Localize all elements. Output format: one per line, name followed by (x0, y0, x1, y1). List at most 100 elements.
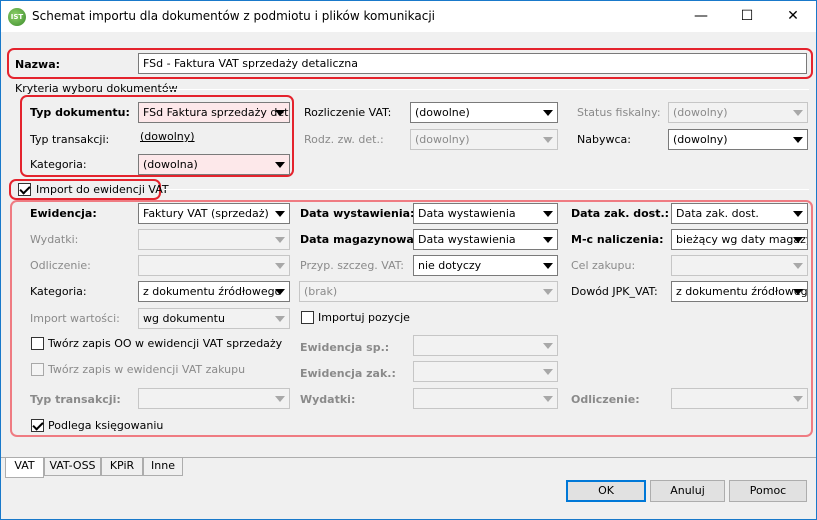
criteria-category-select[interactable]: (dowolna) (138, 154, 290, 175)
fiscal-status-select[interactable]: (dowolny) (668, 102, 808, 123)
value-import-label: Import wartości: (30, 312, 120, 325)
tab-vat-oss[interactable]: VAT-OSS (44, 458, 101, 476)
vat-import-label: Import do ewidencji VAT (36, 183, 169, 196)
minimize-button[interactable]: — (678, 1, 724, 32)
vat-category-label: Kategoria: (30, 285, 87, 298)
chevron-down-icon (275, 396, 285, 402)
register-select[interactable]: Faktury VAT (sprzedaż) (138, 203, 290, 224)
accrual-month-value: bieżący wg daty magazy (676, 233, 808, 246)
name-input[interactable]: FSd - Faktura VAT sprzedaży detaliczna (138, 53, 807, 74)
criteria-category-label: Kategoria: (30, 158, 87, 171)
chevron-down-icon (543, 110, 553, 116)
vat-category2-select[interactable]: (brak) (299, 281, 558, 302)
vat-transaction-type-label: Typ transakcji: (30, 393, 121, 406)
import-items-label: Importuj pozycje (318, 311, 410, 324)
chevron-down-icon (275, 289, 285, 295)
value-import-value: wg dokumentu (143, 312, 225, 325)
vat-category-select[interactable]: z dokumentu źródłowego (138, 281, 290, 302)
doc-type-select[interactable]: FSd Faktura sprzedaży det (138, 102, 290, 123)
register-label: Ewidencja: (30, 207, 97, 220)
title-bar: IST Schemat importu dla dokumentów z pod… (1, 1, 816, 32)
chevron-down-icon (543, 237, 553, 243)
deduction2-label: Odliczenie: (571, 393, 640, 406)
jpk-doc-select[interactable]: z dokumentu źródłowego (671, 281, 808, 302)
chevron-down-icon (543, 396, 553, 402)
detail-type-label: Rodz. zw. det.: (304, 133, 384, 146)
chevron-down-icon (543, 211, 553, 217)
accrual-month-label: M-c naliczenia: (571, 233, 664, 246)
deduction2-select[interactable] (671, 388, 808, 409)
chevron-down-icon (543, 343, 553, 349)
tab-inne[interactable]: Inne (143, 458, 183, 476)
subject-to-posting-label: Podlega księgowaniu (48, 419, 164, 432)
warehouse-date-label: Data magazynowa: (300, 233, 419, 246)
window-title: Schemat importu dla dokumentów z podmiot… (32, 9, 435, 23)
close-button[interactable]: ✕ (770, 1, 816, 32)
subject-to-posting-checkbox[interactable] (31, 419, 44, 432)
chevron-down-icon (793, 237, 803, 243)
deduction-select[interactable] (138, 255, 290, 276)
buyer-select[interactable]: (dowolny) (668, 129, 808, 150)
vat-transaction-type-select[interactable] (138, 388, 290, 409)
buyer-label: Nabywca: (577, 133, 631, 146)
deduction-label: Odliczenie: (30, 259, 91, 272)
maximize-button[interactable]: ☐ (724, 1, 770, 32)
jpk-doc-label: Dowód JPK_VAT: (571, 285, 658, 298)
transaction-type-link[interactable]: (dowolny) (140, 130, 195, 143)
issue-date-value: Data wystawienia (418, 207, 516, 220)
purchase-register-select[interactable] (413, 361, 558, 382)
cancel-button[interactable]: Anuluj (650, 480, 725, 502)
vat-special-rule-value: nie dotyczy (418, 259, 482, 272)
sales-register-label: Ewidencja sp.: (300, 341, 390, 354)
vat-settlement-value: (dowolne) (415, 106, 470, 119)
expenses2-select[interactable] (413, 388, 558, 409)
tab-kpir[interactable]: KPiR (101, 458, 143, 476)
detail-type-value: (dowolny) (415, 133, 470, 146)
detail-type-select[interactable]: (dowolny) (410, 129, 558, 150)
chevron-down-icon (793, 211, 803, 217)
dialog-window: IST Schemat importu dla dokumentów z pod… (0, 0, 817, 520)
chevron-down-icon (275, 237, 285, 243)
fiscal-status-value: (dowolny) (673, 106, 728, 119)
chevron-down-icon (793, 263, 803, 269)
vat-settlement-label: Rozliczenie VAT: (304, 106, 392, 119)
purchase-register-label: Ewidencja zak.: (300, 367, 396, 380)
chevron-down-icon (793, 110, 803, 116)
create-purchase-checkbox[interactable] (31, 363, 44, 376)
chevron-down-icon (275, 211, 285, 217)
chevron-down-icon (543, 289, 553, 295)
transaction-type-label: Typ transakcji: (30, 133, 110, 146)
chevron-down-icon (275, 110, 285, 116)
value-import-select[interactable]: wg dokumentu (138, 308, 290, 329)
name-input-value: FSd - Faktura VAT sprzedaży detaliczna (143, 57, 358, 70)
create-oo-sales-checkbox[interactable] (31, 337, 44, 350)
chevron-down-icon (793, 137, 803, 143)
register-value: Faktury VAT (sprzedaż) (143, 207, 269, 220)
vat-special-rule-select[interactable]: nie dotyczy (413, 255, 558, 276)
vat-import-checkbox[interactable] (18, 183, 31, 196)
vat-special-rule-label: Przyp. szczeg. VAT: (300, 259, 405, 272)
purchase-purpose-label: Cel zakupu: (571, 259, 636, 272)
ok-button[interactable]: OK (566, 480, 646, 502)
purchase-date-value: Data zak. dost. (676, 207, 759, 220)
import-items-checkbox[interactable] (301, 311, 314, 324)
vat-category2-value: (brak) (304, 285, 338, 298)
warehouse-date-select[interactable]: Data wystawienia (413, 229, 558, 250)
chevron-down-icon (275, 162, 285, 168)
help-button[interactable]: Pomoc (729, 480, 807, 502)
vat-category-value: z dokumentu źródłowego (143, 285, 282, 298)
sales-register-select[interactable] (413, 335, 558, 356)
vat-settlement-select[interactable]: (dowolne) (410, 102, 558, 123)
issue-date-select[interactable]: Data wystawienia (413, 203, 558, 224)
chevron-down-icon (275, 316, 285, 322)
chevron-down-icon (543, 263, 553, 269)
create-purchase-label: Twórz zapis w ewidencji VAT zakupu (48, 363, 246, 376)
criteria-separator (161, 89, 809, 90)
expenses-select[interactable] (138, 229, 290, 250)
tab-vat[interactable]: VAT (5, 458, 44, 478)
expenses-label: Wydatki: (30, 233, 79, 246)
app-icon: IST (8, 8, 26, 26)
purchase-date-select[interactable]: Data zak. dost. (671, 203, 808, 224)
accrual-month-select[interactable]: bieżący wg daty magazy (671, 229, 808, 250)
purchase-purpose-select[interactable] (671, 255, 808, 276)
